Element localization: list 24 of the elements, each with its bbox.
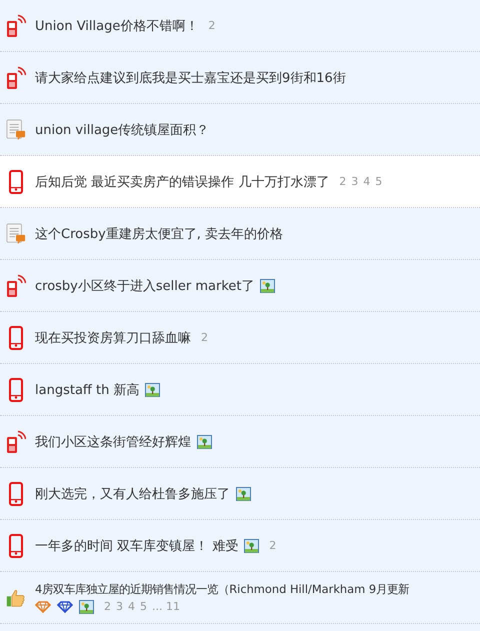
smartphone-icon [9, 170, 23, 194]
thread-title[interactable]: 我们小区这条街管经好辉煌 [35, 432, 191, 450]
mobile-phone-signal-icon [6, 274, 26, 298]
thread-title[interactable]: 这个Crosby重建房太便宜了, 卖去年的价格 [35, 224, 284, 242]
smartphone-icon [9, 482, 23, 506]
thread-title[interactable]: union village传统镇屋面积？ [35, 120, 210, 138]
smartphone-icon [9, 534, 23, 558]
thread-title[interactable]: Union Village价格不错啊！ [35, 16, 198, 34]
smartphone-icon [9, 378, 23, 402]
mobile-phone-signal-icon [6, 66, 26, 90]
thread-row[interactable]: 后知后觉 最近买卖房产的错误操作 几十万打水漂了 2 3 4 5 [0, 156, 480, 208]
thread-title[interactable]: 刚大选完，又有人给杜鲁多施压了 [35, 484, 230, 502]
document-comment-icon [6, 118, 26, 142]
thread-title[interactable]: 4房双车库独立屋的近期销售情况一览（Richmond Hill/Markham 9月更新 [35, 582, 410, 596]
smartphone-icon [9, 326, 23, 350]
thread-title[interactable]: 现在买投资房算刀口舔血嘛 [35, 328, 191, 346]
mobile-phone-signal-icon [6, 430, 26, 454]
thread-title[interactable]: 一年多的时间 双车库变镇屋！ 难受 [35, 536, 238, 554]
mobile-phone-signal-icon [6, 14, 26, 38]
thread-title[interactable]: 请大家给点建议到底我是买士嘉宝还是买到9街和16街 [35, 68, 346, 86]
thread-title[interactable]: langstaff th 新高 [35, 380, 140, 398]
document-comment-icon [6, 222, 26, 246]
thread-title[interactable]: 后知后觉 最近买卖房产的错误操作 几十万打水漂了 [35, 172, 330, 190]
thread-title[interactable]: crosby小区终于进入seller market了 [35, 276, 254, 294]
